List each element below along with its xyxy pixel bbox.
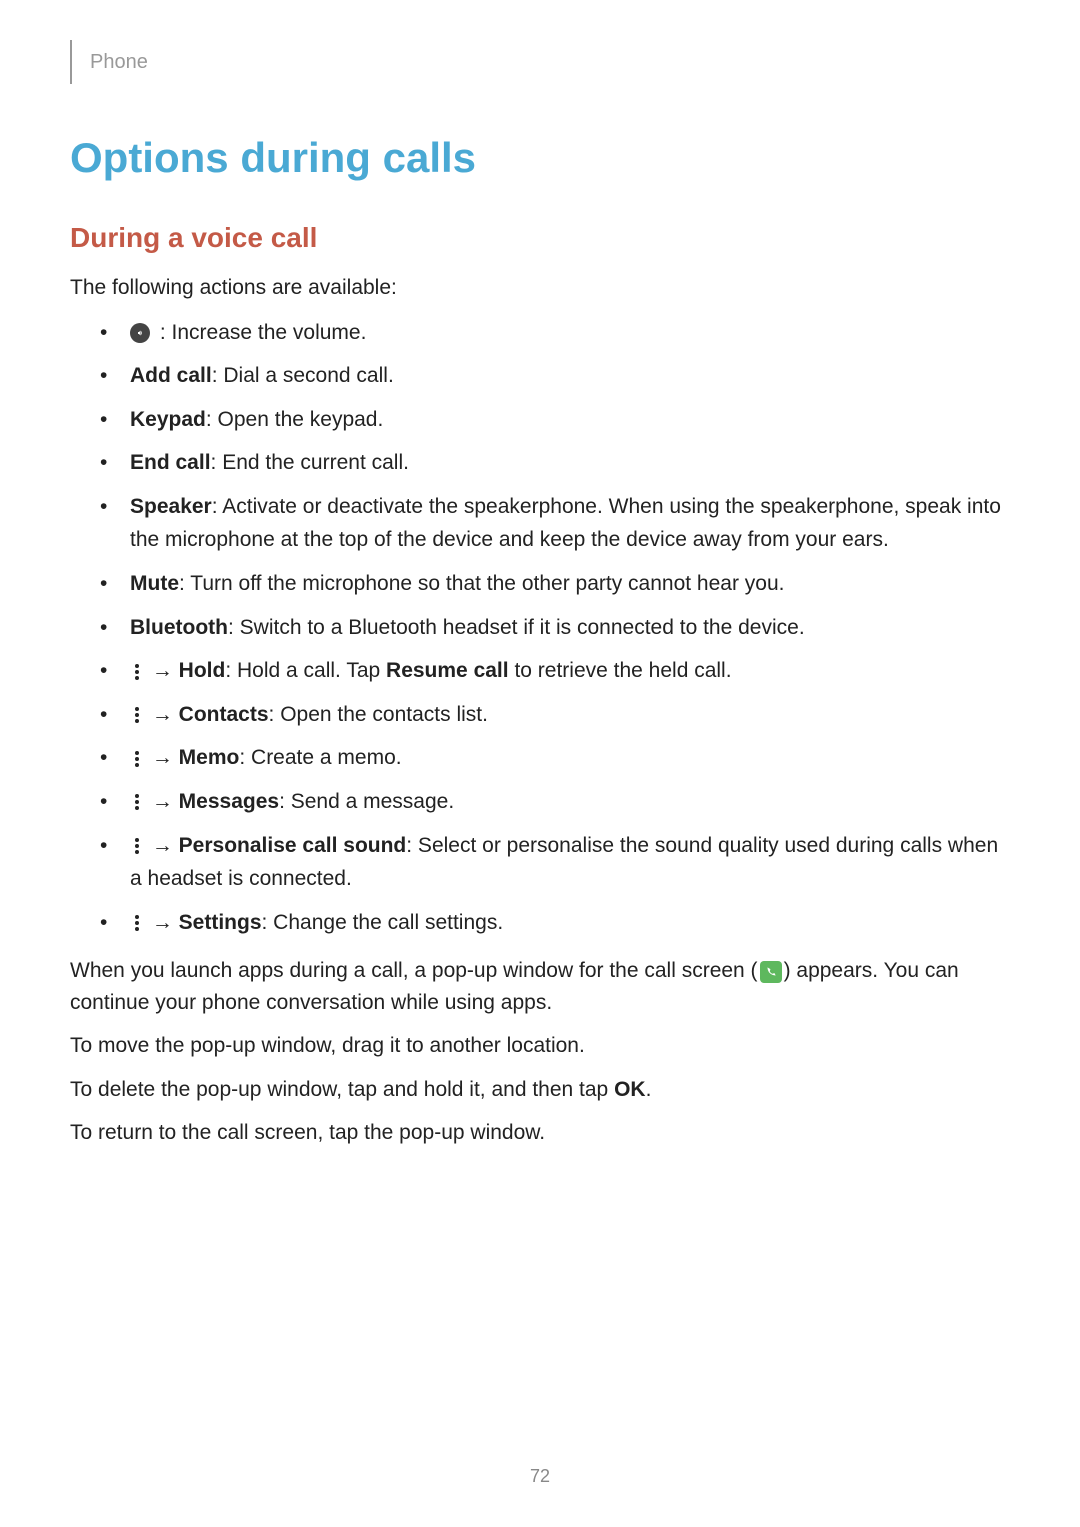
item-text: : Activate or deactivate the speakerphon… bbox=[130, 495, 1001, 552]
page-title: Options during calls bbox=[70, 134, 1010, 182]
item-text: : Increase the volume. bbox=[154, 321, 366, 344]
item-label: Contacts bbox=[179, 703, 269, 726]
list-item: Bluetooth: Switch to a Bluetooth headset… bbox=[100, 611, 1010, 645]
arrow-text: → bbox=[146, 746, 179, 769]
header-label: Phone bbox=[90, 51, 148, 74]
more-options-icon bbox=[130, 705, 144, 725]
delete-paragraph: To delete the pop-up window, tap and hol… bbox=[70, 1074, 1010, 1106]
arrow-text: → bbox=[146, 703, 179, 726]
list-item: Keypad: Open the keypad. bbox=[100, 403, 1010, 437]
list-item: : Increase the volume. bbox=[100, 316, 1010, 350]
return-paragraph: To return to the call screen, tap the po… bbox=[70, 1117, 1010, 1149]
item-label: Memo bbox=[179, 746, 240, 769]
page-number: 72 bbox=[530, 1466, 550, 1487]
list-item: → Personalise call sound: Select or pers… bbox=[100, 829, 1010, 896]
header-marker bbox=[70, 40, 72, 84]
arrow-text: → bbox=[146, 790, 179, 813]
list-item: → Memo: Create a memo. bbox=[100, 741, 1010, 775]
item-text: : End the current call. bbox=[211, 451, 409, 474]
list-item: → Messages: Send a message. bbox=[100, 785, 1010, 819]
resume-label: Resume call bbox=[386, 659, 509, 682]
item-text: : Change the call settings. bbox=[262, 911, 504, 934]
list-item: → Hold: Hold a call. Tap Resume call to … bbox=[100, 654, 1010, 688]
more-options-icon bbox=[130, 792, 144, 812]
item-label: Bluetooth bbox=[130, 616, 228, 639]
list-item: End call: End the current call. bbox=[100, 446, 1010, 480]
item-label: Mute bbox=[130, 572, 179, 595]
item-label: Keypad bbox=[130, 408, 206, 431]
para-text: When you launch apps during a call, a po… bbox=[70, 959, 758, 982]
item-text: : Hold a call. Tap bbox=[225, 659, 386, 682]
list-item: Speaker: Activate or deactivate the spea… bbox=[100, 490, 1010, 557]
arrow-text: → bbox=[146, 911, 179, 934]
list-item: → Contacts: Open the contacts list. bbox=[100, 698, 1010, 732]
item-label: Speaker bbox=[130, 495, 212, 518]
para-text: To delete the pop-up window, tap and hol… bbox=[70, 1078, 614, 1101]
more-options-icon bbox=[130, 749, 144, 769]
move-paragraph: To move the pop-up window, drag it to an… bbox=[70, 1030, 1010, 1062]
item-text: : Turn off the microphone so that the ot… bbox=[179, 572, 784, 595]
item-label: Personalise call sound bbox=[179, 834, 407, 857]
item-label: End call bbox=[130, 451, 211, 474]
arrow-text: → bbox=[146, 659, 179, 682]
item-text: to retrieve the held call. bbox=[509, 659, 732, 682]
item-text: : Create a memo. bbox=[239, 746, 401, 769]
ok-label: OK bbox=[614, 1078, 646, 1101]
arrow-text: → bbox=[146, 834, 179, 857]
item-label: Add call bbox=[130, 364, 212, 387]
item-text: : Dial a second call. bbox=[212, 364, 394, 387]
volume-icon bbox=[130, 323, 150, 343]
popup-paragraph: When you launch apps during a call, a po… bbox=[70, 955, 1010, 1018]
more-options-icon bbox=[130, 836, 144, 856]
item-label: Messages bbox=[179, 790, 279, 813]
options-list: : Increase the volume. Add call: Dial a … bbox=[70, 316, 1010, 940]
call-popup-icon bbox=[760, 961, 782, 983]
section-subtitle: During a voice call bbox=[70, 222, 1010, 254]
para-text: . bbox=[646, 1078, 652, 1101]
item-text: : Send a message. bbox=[279, 790, 454, 813]
item-label: Settings bbox=[179, 911, 262, 934]
item-text: : Open the contacts list. bbox=[269, 703, 488, 726]
list-item: → Settings: Change the call settings. bbox=[100, 906, 1010, 940]
item-label: Hold bbox=[179, 659, 226, 682]
more-options-icon bbox=[130, 662, 144, 682]
item-text: : Switch to a Bluetooth headset if it is… bbox=[228, 616, 805, 639]
intro-paragraph: The following actions are available: bbox=[70, 272, 1010, 304]
list-item: Mute: Turn off the microphone so that th… bbox=[100, 567, 1010, 601]
page-header: Phone bbox=[70, 40, 1010, 84]
more-options-icon bbox=[130, 913, 144, 933]
item-text: : Open the keypad. bbox=[206, 408, 383, 431]
list-item: Add call: Dial a second call. bbox=[100, 359, 1010, 393]
